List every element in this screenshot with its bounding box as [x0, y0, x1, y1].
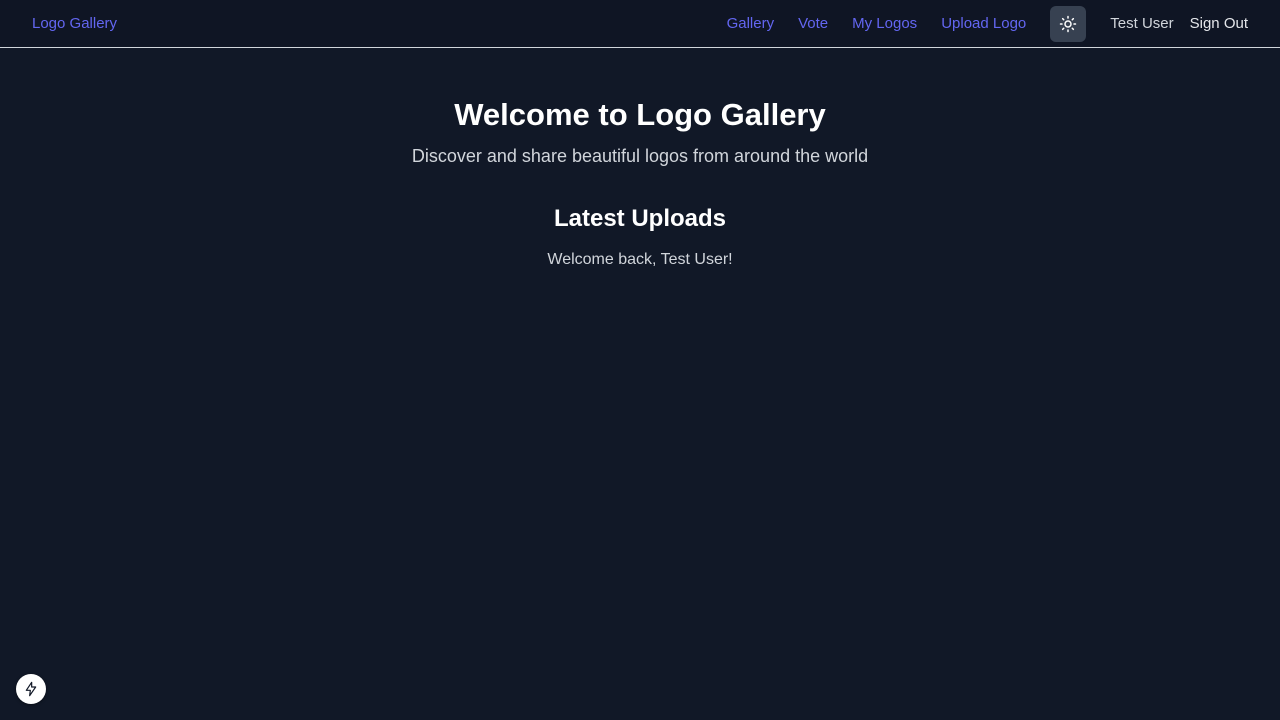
nav-gallery-link[interactable]: Gallery — [727, 14, 775, 34]
nav-my-logos-link[interactable]: My Logos — [852, 14, 917, 34]
sign-out-button[interactable]: Sign Out — [1190, 14, 1248, 34]
main-nav: Gallery Vote My Logos Upload Logo Test U… — [727, 0, 1248, 48]
sun-icon — [1060, 15, 1077, 33]
current-user-name: Test User — [1110, 15, 1174, 32]
top-navbar: Logo Gallery Gallery Vote My Logos Uploa… — [0, 0, 1280, 48]
page-subtitle: Discover and share beautiful logos from … — [411, 146, 869, 166]
dev-tools-button[interactable] — [16, 674, 46, 704]
lightning-icon — [25, 681, 37, 697]
theme-toggle-button[interactable] — [1050, 6, 1087, 42]
nav-upload-logo-link[interactable]: Upload Logo — [941, 14, 1026, 34]
nav-vote-link[interactable]: Vote — [798, 14, 828, 34]
main-content: Welcome to Logo Gallery Discover and sha… — [0, 48, 1280, 271]
latest-uploads-heading: Latest Uploads — [553, 205, 727, 232]
page-title: Welcome to Logo Gallery — [454, 97, 826, 132]
welcome-message: Welcome back, Test User! — [547, 251, 733, 268]
brand-link[interactable]: Logo Gallery — [32, 14, 117, 34]
